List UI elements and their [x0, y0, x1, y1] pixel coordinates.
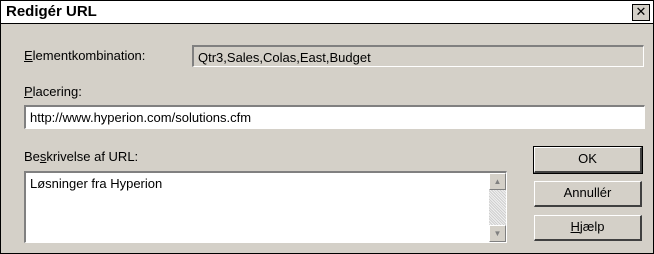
description-label: Beskrivelse af URL:	[24, 149, 139, 164]
scroll-down-arrow-icon[interactable]: ▼	[489, 225, 506, 242]
help-button[interactable]: Hjælp	[534, 215, 642, 241]
ok-button[interactable]: OK	[533, 146, 643, 174]
dialog-title: Redigér URL	[6, 3, 97, 20]
description-scrollbar[interactable]: ▲ ▼	[489, 173, 506, 242]
description-textarea[interactable]: Løsninger fra Hyperion ▲ ▼	[24, 171, 507, 243]
scroll-up-arrow-icon[interactable]: ▲	[489, 173, 506, 190]
close-icon[interactable]: ✕	[632, 4, 650, 21]
cancel-button[interactable]: Annullér	[534, 181, 642, 207]
element-combination-label: Elementkombination:	[24, 48, 146, 63]
title-bar[interactable]: Redigér URL ✕	[1, 1, 653, 24]
element-combination-field: Qtr3,Sales,Colas,East,Budget	[192, 45, 644, 67]
url-input[interactable]	[24, 105, 645, 129]
placement-label: Placering:	[24, 84, 82, 99]
edit-url-dialog: Redigér URL ✕ Elementkombination: Qtr3,S…	[0, 0, 654, 254]
description-text: Løsninger fra Hyperion	[30, 176, 163, 191]
